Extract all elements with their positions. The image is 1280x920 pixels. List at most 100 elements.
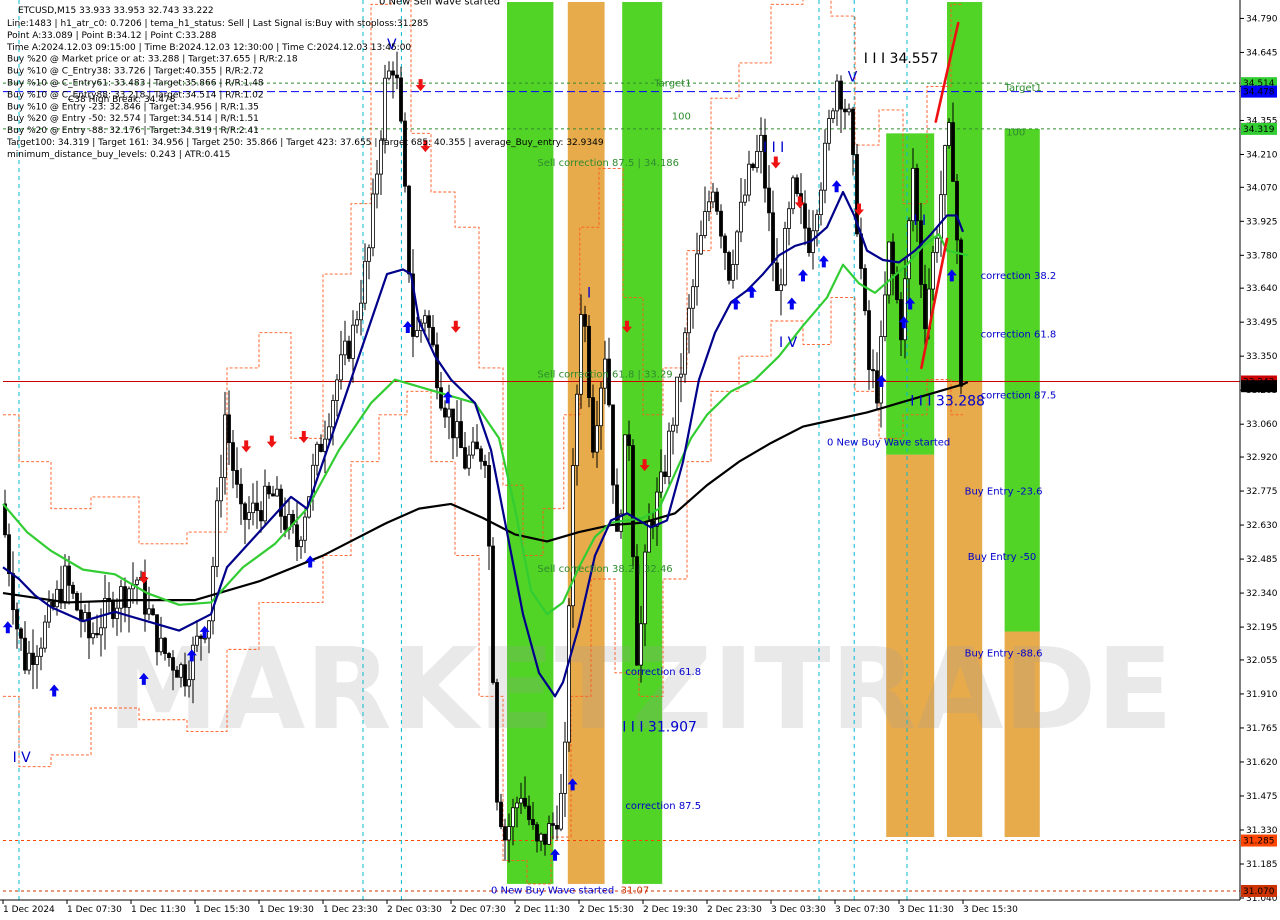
candle-body [823,142,827,191]
candle-body [371,193,375,249]
y-tick-label: 31.910 [1246,690,1278,700]
x-tick-label: 2 Dec 19:30 [643,905,698,915]
chart-annotation: correction 61.8 [981,329,1057,340]
candle-body [675,376,679,426]
candle-body [511,807,515,828]
y-tick-label: 34.645 [1246,48,1278,58]
chart-annotation: Buy Entry -23.6 [965,487,1043,498]
candle-body [435,344,439,389]
candle-body [327,426,331,440]
candle-body [235,470,239,485]
chart-annotation: correction 87.5 [625,801,701,812]
candle-body [167,653,171,658]
candle-body [171,657,175,671]
candle-body [587,325,591,399]
candle-body [331,400,335,428]
symbol-line: ETCUSD,M15 33.933 33.953 32.743 33.222 [18,6,214,16]
chart-annotation: Target1 [653,78,691,89]
candle-body [443,407,447,418]
y-tick-label: 33.495 [1246,318,1278,328]
candle-body [127,588,131,608]
candle-body [123,586,127,608]
candle-body [259,510,263,522]
candle-body [639,623,643,666]
y-tick-label: 34.790 [1246,14,1278,24]
y-tick-label: 32.485 [1246,555,1278,565]
candle-body [887,241,891,296]
info-line: Buy %20 @ Entry -50: 32.574 | Target:34.… [7,114,259,124]
candle-body [27,652,31,671]
candle-body [43,621,47,649]
candle-body [375,173,379,195]
candle-body [583,314,587,327]
candle [571,448,575,628]
chart-annotation: I I I 34.557 [864,51,939,67]
chart-annotation: 100 [672,111,691,122]
candle-body [783,228,787,286]
candle-body [695,253,699,288]
candle-body [35,655,39,665]
candle-body [179,664,183,678]
candle-body [527,805,531,820]
price-label: 31.070 [1241,884,1277,897]
candle-body [239,483,243,505]
y-tick-label: 32.055 [1246,656,1278,666]
candle-body [883,294,887,338]
candle-body [815,214,819,232]
candle-body [271,493,275,497]
candle-body [951,122,955,182]
candle-body [827,118,831,144]
candle-body [215,500,219,567]
candle-body [515,802,519,809]
y-tick-label: 33.060 [1246,420,1278,430]
y-tick-label: 32.920 [1246,453,1278,463]
candle [959,237,963,395]
x-tick-label: 3 Dec 15:30 [963,905,1018,915]
chart-annotation: I I I [763,140,784,156]
x-tick-label: 2 Dec 07:30 [451,905,506,915]
candle [795,174,799,197]
candle-body [719,210,723,237]
candle [491,537,495,685]
candle [675,376,679,434]
chart-root: MARKETZITRADE 0 New Sell wave started I I… [0,0,1280,920]
candle [947,118,951,149]
x-tick-label: 1 Dec 11:30 [131,905,186,915]
candle-body [387,70,391,79]
candle-body [727,252,731,281]
candle-body [835,80,839,112]
candle-body [183,664,187,687]
candle-body [315,443,319,466]
candle-body [751,163,755,169]
candle [783,221,787,287]
candle-body [591,397,595,453]
candle [791,175,795,215]
candle-body [891,241,895,274]
x-tick-label: 3 Dec 03:30 [771,905,826,915]
candle-body [547,823,551,845]
candle-body [103,597,107,629]
candle-body [499,801,503,828]
candle-body [663,471,667,478]
candle-body [219,477,223,502]
info-line: Time A:2024.12.03 09:15:00 | Time B:2024… [6,43,411,53]
price-label-text: 34.319 [1243,125,1275,135]
candle-body [959,239,963,387]
candle [407,184,411,283]
candle-body [199,635,203,639]
chart-annotation: 161.8 [1005,0,1034,3]
candle [403,112,407,193]
candle-body [919,220,923,285]
candle-body [791,177,795,210]
candle-body [831,110,835,119]
y-tick-label: 33.350 [1246,352,1278,362]
price-label-text: 31.285 [1243,837,1275,847]
candle-body [551,823,555,826]
candle [667,422,671,487]
candlestick-chart[interactable]: MARKETZITRADE 0 New Sell wave startedI I… [0,0,1280,920]
candle-body [535,824,539,842]
candle-body [523,797,527,807]
candle-body [335,379,339,401]
candle-body [415,330,419,337]
candle-body [427,315,431,328]
